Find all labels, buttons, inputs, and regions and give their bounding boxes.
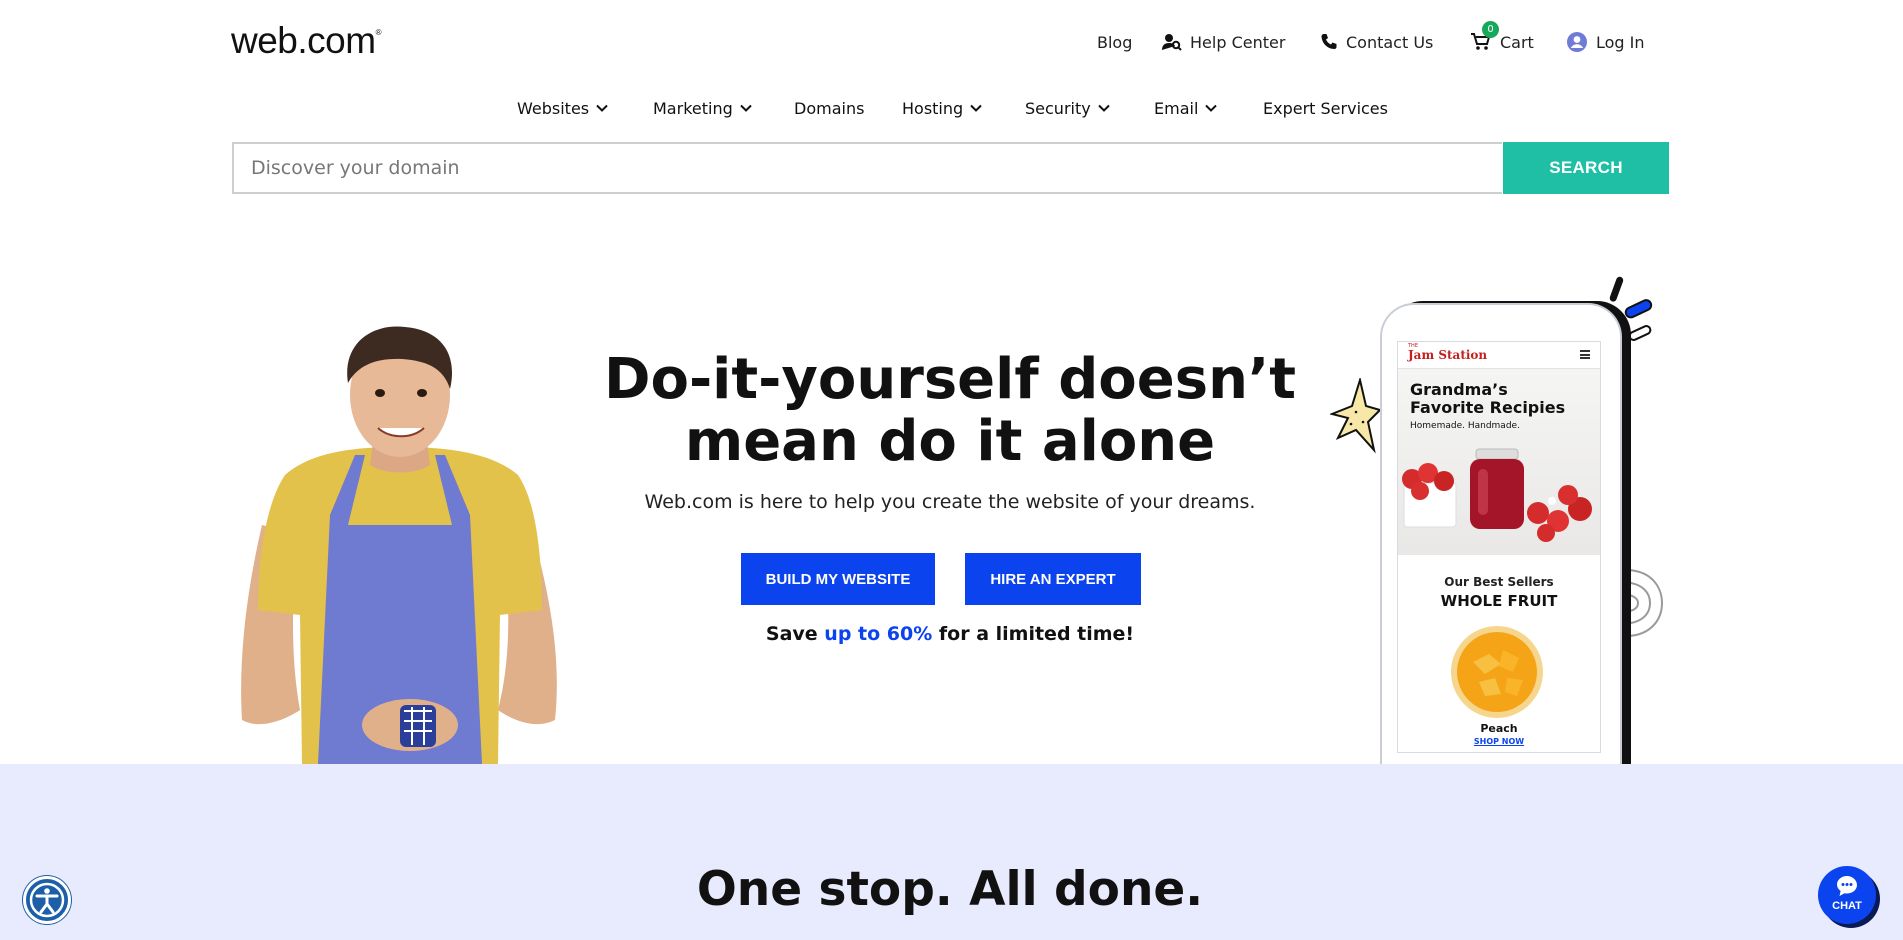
jam-jar-image	[1402, 448, 1592, 542]
phone-best-sellers: Our Best Sellers	[1444, 575, 1554, 589]
nav-email-label: Email	[1154, 98, 1199, 118]
phone-screen: THE Jam Station Grandma’s Favorite Recip…	[1397, 341, 1601, 753]
nav-hosting-label: Hosting	[902, 98, 964, 118]
domain-search-input[interactable]	[232, 142, 1502, 194]
hire-an-expert-button[interactable]: HIRE AN EXPERT	[965, 553, 1141, 605]
phone-title-line1: Grandma’s	[1410, 380, 1508, 399]
phone-site-header: THE Jam Station	[1398, 342, 1600, 369]
accessibility-button[interactable]	[23, 876, 71, 924]
nav-security[interactable]: Security	[1025, 96, 1110, 120]
search-button[interactable]: SEARCH	[1503, 142, 1669, 194]
nav-expert-label: Expert Services	[1263, 98, 1388, 118]
phone-icon	[1320, 33, 1338, 51]
hero-subtitle: Web.com is here to help you create the w…	[644, 491, 1256, 513]
chevron-down-icon	[596, 104, 608, 112]
chevron-down-icon	[1097, 104, 1110, 112]
utility-blog-link[interactable]: Blog	[1097, 30, 1132, 54]
hero-title: Do-it-yourself doesn’t mean do it alone	[560, 349, 1340, 473]
promo-highlight: up to 60%	[824, 623, 933, 645]
cart-count-badge: 0	[1482, 21, 1499, 38]
phone-brand: Jam Station	[1408, 348, 1488, 362]
utility-login-link[interactable]: Log In	[1566, 30, 1645, 54]
phone-hero: Grandma’s Favorite Recipies Homemade. Ha…	[1398, 369, 1600, 555]
nav-email[interactable]: Email	[1154, 96, 1218, 120]
nav-marketing[interactable]: Marketing	[653, 96, 752, 120]
chat-label: CHAT	[1832, 900, 1862, 912]
help-label: Help Center	[1190, 32, 1286, 52]
hero-person-image	[241, 326, 557, 764]
nav-websites-label: Websites	[517, 98, 590, 118]
hamburger-menu-icon	[1580, 350, 1590, 359]
phone-product-name: Peach	[1480, 722, 1518, 735]
logo-text: web.com	[231, 20, 376, 61]
hero-title-line2: mean do it alone	[684, 409, 1216, 474]
section-title: One stop. All done.	[696, 862, 1204, 917]
phone-hero-title: Grandma’s Favorite Recipies	[1410, 381, 1565, 417]
phone-shop-now-link: SHOP NOW	[1473, 737, 1525, 746]
peach-jar-image	[1451, 626, 1543, 718]
nav-domains-label: Domains	[794, 98, 865, 118]
cart-label: Cart	[1500, 32, 1534, 52]
logo[interactable]: web.com®	[231, 20, 382, 62]
chat-button[interactable]: CHAT	[1818, 866, 1876, 924]
phone-tagline: Homemade. Handmade.	[1410, 421, 1520, 431]
blog-label: Blog	[1097, 32, 1133, 52]
chevron-down-icon	[740, 104, 752, 112]
utility-contact-link[interactable]: Contact Us	[1320, 30, 1433, 54]
build-my-website-button[interactable]: BUILD MY WEBSITE	[741, 553, 935, 605]
nav-domains[interactable]: Domains	[794, 96, 864, 120]
phone-mockup: THE Jam Station Grandma’s Favorite Recip…	[1380, 303, 1622, 775]
user-circle-icon	[1566, 31, 1588, 53]
hero-title-line1: Do-it-yourself doesn’t	[603, 347, 1296, 412]
accessibility-icon	[29, 882, 65, 918]
utility-cart-link[interactable]: 0 Cart	[1470, 21, 1534, 54]
cart-icon: 0	[1470, 21, 1499, 52]
nav-hosting[interactable]: Hosting	[902, 96, 982, 120]
promo-prefix: Save	[765, 623, 825, 645]
promo-text: Save up to 60% for a limited time!	[560, 623, 1340, 645]
help-person-icon	[1162, 33, 1182, 51]
nav-security-label: Security	[1025, 98, 1091, 118]
chevron-down-icon	[1205, 104, 1218, 112]
utility-help-link[interactable]: Help Center	[1162, 30, 1285, 54]
nav-marketing-label: Marketing	[653, 98, 733, 118]
login-label: Log In	[1596, 32, 1645, 52]
nav-websites[interactable]: Websites	[517, 96, 608, 120]
swirl-decoration	[1619, 568, 1664, 638]
logo-registered-mark: ®	[375, 28, 382, 37]
chevron-down-icon	[970, 104, 982, 112]
chat-bubble-icon	[1837, 876, 1857, 896]
contact-label: Contact Us	[1346, 32, 1434, 52]
phone-category: WHOLE FRUIT	[1440, 592, 1558, 610]
phone-title-line2: Favorite Recipies	[1410, 398, 1566, 417]
nav-expert-services[interactable]: Expert Services	[1263, 96, 1388, 120]
promo-suffix: for a limited time!	[932, 623, 1135, 645]
